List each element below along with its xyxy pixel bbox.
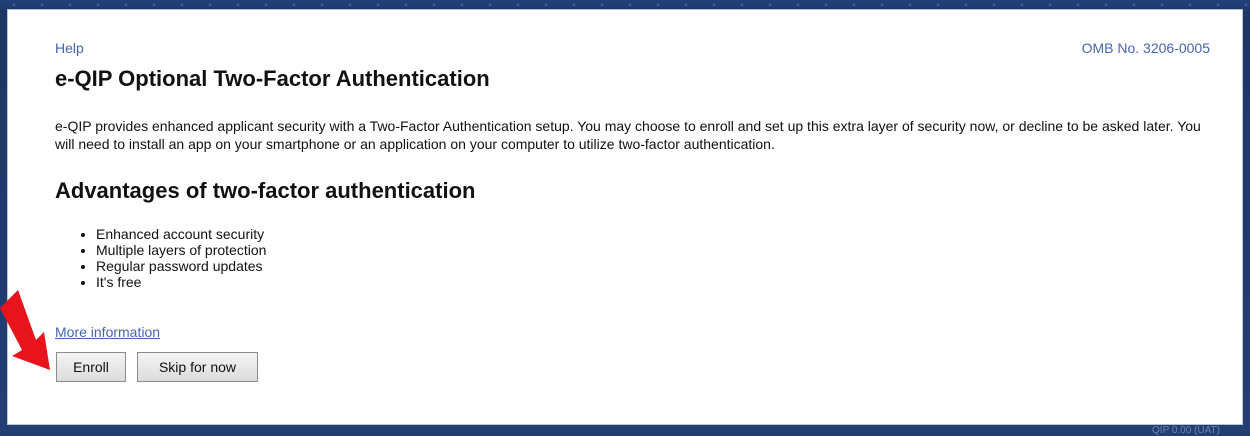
help-link[interactable]: Help — [55, 40, 84, 56]
enroll-button[interactable]: Enroll — [56, 352, 126, 382]
intro-text: e-QIP provides enhanced applicant securi… — [55, 118, 1201, 152]
page-title: e-QIP Optional Two-Factor Authentication — [55, 66, 490, 91]
more-information-link[interactable]: More information — [55, 324, 160, 340]
list-item: Multiple layers of protection — [96, 242, 266, 258]
advantages-list: Enhanced account security Multiple layer… — [78, 226, 266, 290]
list-item: Enhanced account security — [96, 226, 266, 242]
list-item: Regular password updates — [96, 258, 266, 274]
advantages-heading: Advantages of two-factor authentication — [55, 178, 476, 203]
list-item: It's free — [96, 274, 266, 290]
red-arrow-icon — [0, 290, 50, 370]
skip-for-now-button[interactable]: Skip for now — [137, 352, 258, 382]
omb-number: OMB No. 3206-0005 — [1081, 40, 1210, 56]
